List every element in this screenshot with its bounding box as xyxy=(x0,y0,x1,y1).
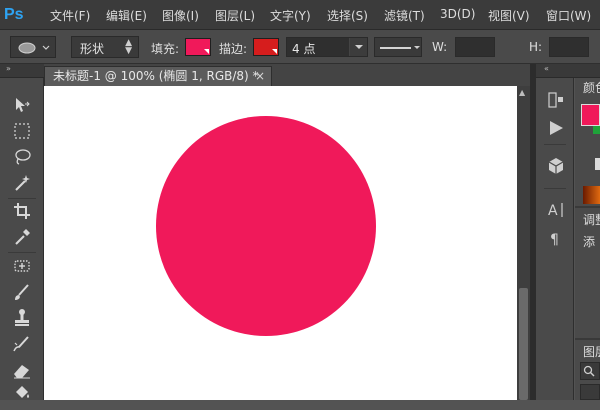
stroke-swatch[interactable] xyxy=(253,38,279,56)
tool-preset-picker[interactable] xyxy=(10,36,56,58)
lasso-icon[interactable] xyxy=(10,146,34,168)
height-label: H: xyxy=(529,40,543,54)
3d-panel-icon[interactable] xyxy=(546,156,566,176)
color-panel-tab[interactable]: 颜色 xyxy=(583,79,600,96)
blend-mode-dropdown[interactable] xyxy=(580,384,600,400)
panels-header[interactable]: « xyxy=(536,64,600,78)
menu-3d[interactable]: 3D(D) xyxy=(440,7,475,21)
tools-panel-header[interactable]: » xyxy=(0,64,44,78)
expanded-panels: 颜色 调整 添 图层 xyxy=(575,78,600,400)
menu-layer[interactable]: 图层(L) xyxy=(215,7,255,24)
mode-dropdown[interactable]: 形状 ▲ ▼ xyxy=(71,36,139,58)
search-icon xyxy=(583,365,595,377)
eraser-icon[interactable] xyxy=(10,359,34,381)
menu-image[interactable]: 图像(I) xyxy=(162,7,199,24)
move-icon[interactable] xyxy=(10,94,34,116)
adjustments-panel-tab[interactable]: 调整 xyxy=(583,211,600,228)
brush-icon[interactable] xyxy=(10,281,34,303)
chevron-down-icon[interactable] xyxy=(349,38,367,56)
color-slider-handle[interactable] xyxy=(595,158,600,170)
stroke-width-field[interactable]: 4 点 xyxy=(286,37,368,57)
magic-wand-icon[interactable] xyxy=(10,172,34,194)
menu-view[interactable]: 视图(V) xyxy=(488,7,530,24)
canvas-artwork xyxy=(156,116,376,336)
eyedropper-icon[interactable] xyxy=(10,226,34,248)
layer-filter-field[interactable] xyxy=(580,362,600,380)
document-tab[interactable]: 未标题-1 @ 100% (椭圆 1, RGB/8) * × xyxy=(44,66,272,86)
add-adjustment-label: 添 xyxy=(583,235,596,249)
tools-panel: » xyxy=(0,64,44,400)
line-style-icon xyxy=(380,46,420,49)
swatch-dropdown-icon xyxy=(204,49,209,54)
swatch-dropdown-icon xyxy=(272,49,277,54)
svg-text:A: A xyxy=(548,203,558,219)
scrollbar-thumb[interactable] xyxy=(519,288,528,400)
width-label: W: xyxy=(432,40,448,54)
canvas[interactable] xyxy=(44,86,517,400)
height-field[interactable] xyxy=(549,37,589,57)
menu-file[interactable]: 文件(F) xyxy=(50,7,90,24)
menu-edit[interactable]: 编辑(E) xyxy=(106,7,147,24)
ellipse-shape[interactable] xyxy=(156,116,376,336)
color-ramp[interactable] xyxy=(583,186,600,204)
healing-brush-icon[interactable] xyxy=(10,255,34,277)
collapsed-panels-column: A ¶ xyxy=(536,78,574,400)
menu-window[interactable]: 窗口(W) xyxy=(546,7,591,24)
play-actions-icon[interactable] xyxy=(546,118,566,138)
stroke-width-value: 4 点 xyxy=(292,42,316,56)
width-field[interactable] xyxy=(455,37,495,57)
scroll-up-arrow-icon[interactable]: ▲ xyxy=(519,88,525,97)
history-panel-icon[interactable] xyxy=(546,90,566,110)
layers-panel-tab[interactable]: 图层 xyxy=(583,343,600,360)
fill-swatch[interactable] xyxy=(185,38,211,56)
menu-bar: Ps 文件(F) 编辑(E) 图像(I) 图层(L) 文字(Y) 选择(S) 滤… xyxy=(0,0,600,30)
app-logo: Ps xyxy=(4,6,24,23)
close-icon[interactable]: × xyxy=(255,67,265,85)
crop-icon[interactable] xyxy=(10,200,34,222)
menu-filter[interactable]: 滤镜(T) xyxy=(384,7,425,24)
document-tab-title: 未标题-1 @ 100% (椭圆 1, RGB/8) * xyxy=(53,69,259,83)
character-panel-icon[interactable]: A xyxy=(546,200,566,220)
rect-marquee-icon[interactable] xyxy=(10,120,34,142)
clone-stamp-icon[interactable] xyxy=(10,307,34,329)
stroke-type-dropdown[interactable] xyxy=(374,37,422,57)
stroke-label: 描边: xyxy=(219,42,248,56)
menu-type[interactable]: 文字(Y) xyxy=(270,7,311,24)
paragraph-panel-icon[interactable]: ¶ xyxy=(546,228,566,248)
options-bar: 形状 ▲ ▼ 填充: 描边: 4 点 W: H: xyxy=(0,30,600,81)
expand-icon[interactable]: » xyxy=(6,64,11,73)
svg-text:¶: ¶ xyxy=(550,232,559,248)
mode-value: 形状 xyxy=(80,42,105,56)
history-brush-icon[interactable] xyxy=(10,333,34,355)
updown-arrow-icon: ▲ ▼ xyxy=(125,38,132,56)
menu-select[interactable]: 选择(S) xyxy=(327,7,368,24)
background-color-swatch[interactable] xyxy=(593,126,600,134)
fill-label: 填充: xyxy=(151,42,180,56)
foreground-color-swatch[interactable] xyxy=(581,104,600,126)
collapse-icon[interactable]: « xyxy=(544,64,549,73)
ellipse-icon xyxy=(18,42,50,54)
paint-bucket-icon[interactable] xyxy=(10,382,34,404)
